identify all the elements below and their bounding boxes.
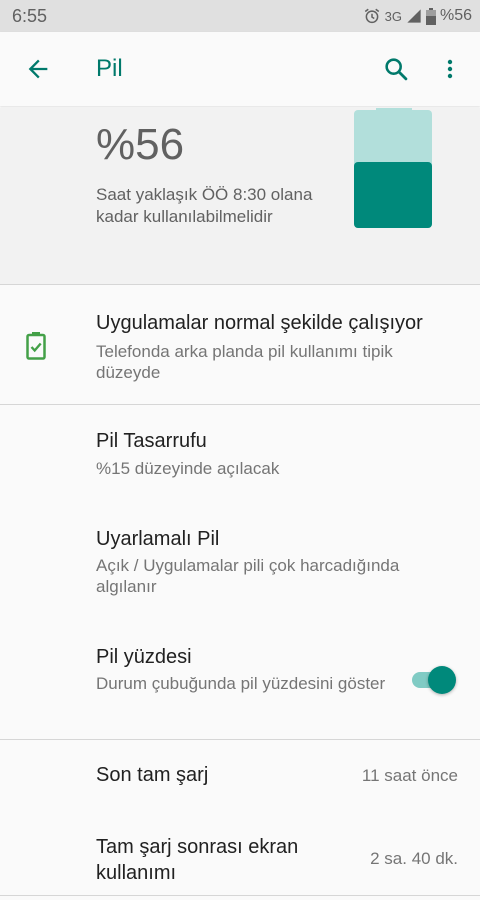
status-bar: 6:55 3G %56 (0, 0, 480, 32)
battery-estimate: Saat yaklaşık ÖÖ 8:30 olana kadar kullan… (96, 185, 313, 226)
alarm-icon (363, 7, 381, 25)
back-button[interactable] (14, 45, 62, 93)
setting-title: Pil yüzdesi (96, 646, 192, 668)
tip-subtitle: Telefonda arka planda pil kullanımı tipi… (96, 342, 393, 382)
more-options-button[interactable] (426, 45, 474, 93)
usage-last-full-charge[interactable]: Son tam şarj 11 saat önce (0, 744, 480, 808)
usage-value: 2 sa. 40 dk. (370, 849, 458, 868)
battery-percentage-toggle[interactable] (410, 664, 456, 694)
setting-battery-percentage[interactable]: Pil yüzdesi Durum çubuğunda pil yüzdesin… (0, 628, 480, 736)
divider (0, 895, 480, 896)
battery-percent: %56 (96, 120, 185, 169)
setting-subtitle: %15 düzeyinde açılacak (96, 459, 280, 478)
more-vert-icon (447, 59, 453, 79)
battery-icon (425, 7, 436, 25)
back-arrow-icon (28, 59, 48, 79)
setting-adaptive-battery[interactable]: Uyarlamalı Pil Açık / Uygulamalar pili ç… (0, 510, 480, 622)
status-time: 6:55 (12, 5, 48, 26)
search-icon (385, 58, 408, 81)
divider (0, 739, 480, 740)
setting-battery-saver[interactable]: Pil Tasarrufu %15 düzeyinde açılacak (0, 412, 480, 504)
battery-ok-icon (26, 332, 46, 365)
battery-header: %56 Saat yaklaşık ÖÖ 8:30 olana kadar ku… (0, 108, 480, 284)
usage-value: 11 saat önce (361, 766, 458, 785)
usage-screen-time[interactable]: Tam şarj sonrası ekran kullanımı 2 sa. 4… (0, 822, 480, 892)
setting-subtitle: Durum çubuğunda pil yüzdesini göster (96, 674, 386, 693)
status-battery-text: %56 (439, 7, 472, 24)
setting-title: Pil Tasarrufu (96, 430, 207, 452)
toggle-thumb (428, 666, 456, 694)
network-type: 3G (384, 8, 402, 24)
battery-tip[interactable]: Uygulamalar normal şekilde çalışıyor Tel… (0, 290, 480, 404)
status-icons: 3G %56 (363, 7, 472, 25)
setting-subtitle: Açık / Uygulamalar pili çok harcadığında… (96, 556, 400, 596)
usage-title: Son tam şarj (96, 764, 209, 786)
tip-title: Uygulamalar normal şekilde çalışıyor (96, 312, 423, 334)
signal-icon (406, 8, 422, 24)
page-title: Pil (96, 55, 123, 82)
battery-level-graphic (354, 108, 434, 235)
search-button[interactable] (372, 45, 420, 93)
setting-title: Uyarlamalı Pil (96, 528, 220, 550)
app-bar: Pil (0, 32, 480, 106)
divider (0, 284, 480, 285)
usage-title: Tam şarj sonrası ekran kullanımı (96, 836, 299, 884)
divider (0, 404, 480, 405)
